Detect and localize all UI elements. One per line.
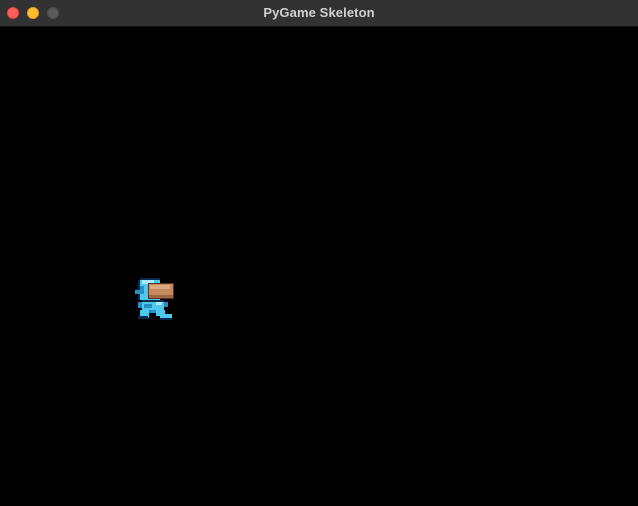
app-window: PyGame Skeleton (0, 0, 638, 506)
title-bar[interactable]: PyGame Skeleton (0, 0, 638, 27)
player-sprite-icon (135, 278, 174, 320)
game-canvas[interactable] (0, 27, 638, 506)
window-title: PyGame Skeleton (263, 5, 375, 20)
